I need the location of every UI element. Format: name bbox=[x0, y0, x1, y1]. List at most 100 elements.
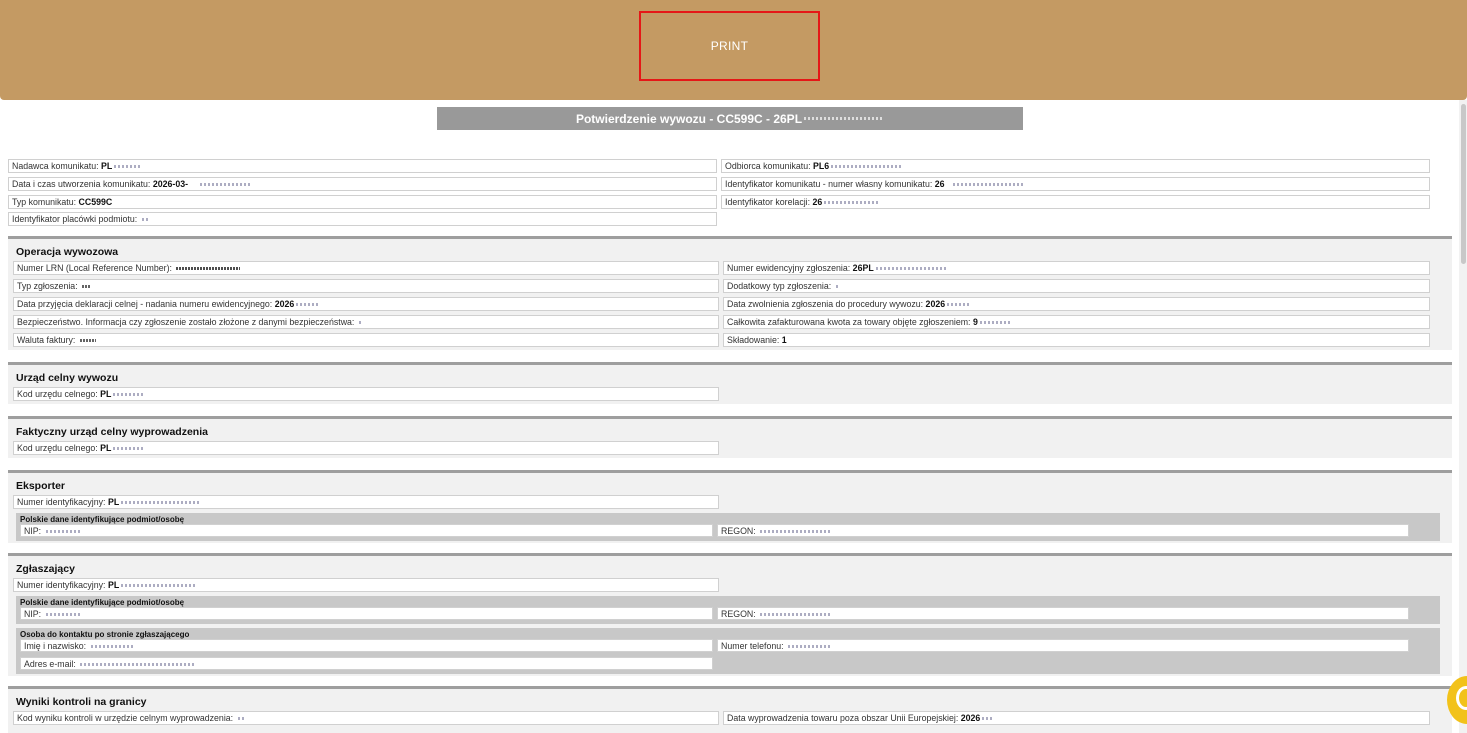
field-created: Data i czas utworzenia komunikatu: 2026-… bbox=[8, 177, 717, 191]
field-release-date: Data zwolnienia zgłoszenia do procedury … bbox=[723, 297, 1430, 311]
field-value: 26 bbox=[812, 197, 823, 207]
field-value: PL bbox=[100, 443, 112, 453]
field-value: 2026 bbox=[925, 299, 946, 309]
field-value: 2026 bbox=[274, 299, 295, 309]
field-label: Adres e-mail: bbox=[24, 659, 76, 669]
field-label: Składowanie: bbox=[727, 335, 780, 345]
redacted-value bbox=[141, 218, 150, 222]
field-label: REGON: bbox=[721, 609, 756, 619]
field-security: Bezpieczeństwo. Informacja czy zgłoszeni… bbox=[13, 315, 719, 329]
field-label: Numer ewidencyjny zgłoszenia: bbox=[727, 263, 851, 273]
field-message-id: Identyfikator komunikatu - numer własny … bbox=[721, 177, 1430, 191]
section-title: Zgłaszający bbox=[16, 563, 75, 575]
redacted-value bbox=[113, 447, 144, 451]
redacted-value bbox=[947, 303, 972, 307]
section-title: Faktyczny urząd celny wyprowadzenia bbox=[16, 426, 208, 438]
field-mrn: Numer ewidencyjny zgłoszenia: 26PL bbox=[723, 261, 1430, 275]
redacted-value bbox=[982, 717, 995, 721]
redacted-value bbox=[875, 267, 948, 271]
field-exporter-nip: NIP: bbox=[20, 524, 713, 537]
field-message-type: Typ komunikatu: CC599C bbox=[8, 195, 717, 209]
redacted-value bbox=[952, 183, 1023, 187]
section-title: Eksporter bbox=[16, 480, 66, 492]
redacted-value bbox=[45, 530, 82, 534]
field-storage: Składowanie: 1 bbox=[723, 333, 1430, 347]
field-contact-phone: Numer telefonu: bbox=[717, 639, 1409, 652]
field-declarant-nip: NIP: bbox=[20, 607, 713, 620]
field-value: 2026 bbox=[960, 713, 981, 723]
field-invoice-currency: Waluta faktury: bbox=[13, 333, 719, 347]
redacted-value bbox=[176, 267, 241, 271]
field-label: Kod wyniku kontroli w urzędzie celnym wy… bbox=[17, 713, 234, 723]
redacted-value bbox=[200, 183, 251, 187]
field-exporter-regon: REGON: bbox=[717, 524, 1409, 537]
field-label: Bezpieczeństwo. Informacja czy zgłoszeni… bbox=[17, 317, 355, 327]
field-label: Data przyjęcia deklaracji celnej - nadan… bbox=[17, 299, 273, 309]
field-additional-declaration-type: Dodatkowy typ zgłoszenia: bbox=[723, 279, 1430, 293]
redacted-value bbox=[804, 117, 885, 120]
redacted-value bbox=[760, 613, 831, 617]
field-label: Numer identyfikacyjny: bbox=[17, 580, 106, 590]
field-label: Numer LRN (Local Reference Number): bbox=[17, 263, 172, 273]
field-recipient: Odbiorca komunikatu: PL6 bbox=[721, 159, 1430, 173]
subsection-title: Polskie dane identyfikujące podmiot/osob… bbox=[20, 598, 185, 607]
field-label: Imię i nazwisko: bbox=[24, 641, 87, 651]
redacted-value bbox=[113, 393, 144, 397]
field-declaration-type: Typ zgłoszenia: bbox=[13, 279, 719, 293]
section-title: Wyniki kontroli na granicy bbox=[16, 696, 147, 708]
field-value: 9 bbox=[972, 317, 978, 327]
field-label: Data wyprowadzenia towaru poza obszar Un… bbox=[727, 713, 959, 723]
redacted-value bbox=[358, 321, 363, 325]
section-title: Urząd celny wywozu bbox=[16, 372, 119, 384]
field-value: 26PL bbox=[852, 263, 874, 273]
field-label: Numer identyfikacyjny: bbox=[17, 497, 106, 507]
field-value: 1 bbox=[781, 335, 787, 345]
field-label: Odbiorca komunikatu: bbox=[725, 161, 811, 171]
field-label: NIP: bbox=[24, 609, 42, 619]
field-label: Identyfikator komunikatu - numer własny … bbox=[725, 179, 933, 189]
redacted-value bbox=[114, 165, 141, 169]
section-border-control: Wyniki kontroli na granicy bbox=[8, 686, 1452, 733]
field-label: Kod urzędu celnego: bbox=[17, 443, 98, 453]
field-customs-office-export-code: Kod urzędu celnego: PL bbox=[13, 387, 719, 401]
field-label: Dodatkowy typ zgłoszenia: bbox=[727, 281, 832, 291]
field-label: Typ komunikatu: bbox=[12, 197, 77, 207]
field-label: Data i czas utworzenia komunikatu: bbox=[12, 179, 151, 189]
field-correlation-id: Identyfikator korelacji: 26 bbox=[721, 195, 1430, 209]
scrollbar-thumb[interactable] bbox=[1461, 104, 1466, 264]
field-value: PL bbox=[101, 161, 113, 171]
section-title: Operacja wywozowa bbox=[16, 246, 119, 258]
field-exporter-id: Numer identyfikacyjny: PL bbox=[13, 495, 719, 509]
field-label: Waluta faktury: bbox=[17, 335, 76, 345]
field-label: Data zwolnienia zgłoszenia do procedury … bbox=[727, 299, 924, 309]
field-sender: Nadawca komunikatu: PL bbox=[8, 159, 717, 173]
field-contact-email: Adres e-mail: bbox=[20, 657, 713, 670]
field-value: 26 bbox=[934, 179, 945, 189]
field-label: Całkowita zafakturowana kwota za towary … bbox=[727, 317, 971, 327]
field-label: Numer telefonu: bbox=[721, 641, 784, 651]
field-contact-name: Imię i nazwisko: bbox=[20, 639, 713, 652]
redacted-value bbox=[788, 645, 833, 649]
field-control-result-code: Kod wyniku kontroli w urzędzie celnym wy… bbox=[13, 711, 719, 725]
field-label: Identyfikator korelacji: bbox=[725, 197, 811, 207]
redacted-value bbox=[824, 201, 881, 205]
redacted-value bbox=[121, 501, 200, 505]
subsection-title: Osoba do kontaktu po stronie zgłaszające… bbox=[20, 630, 190, 639]
redacted-value bbox=[831, 165, 902, 169]
redacted-value bbox=[45, 613, 82, 617]
redacted-value bbox=[979, 321, 1010, 325]
field-exit-date: Data wyprowadzenia towaru poza obszar Un… bbox=[723, 711, 1430, 725]
field-label: REGON: bbox=[721, 526, 756, 536]
redacted-value bbox=[82, 285, 91, 289]
field-declarant-id: Numer identyfikacyjny: PL bbox=[13, 578, 719, 592]
field-value: 2026-03- bbox=[152, 179, 189, 189]
redacted-value bbox=[90, 645, 135, 649]
redacted-value bbox=[296, 303, 319, 307]
field-total-invoiced-amount: Całkowita zafakturowana kwota za towary … bbox=[723, 315, 1430, 329]
redacted-value bbox=[80, 663, 195, 667]
field-value: PL6 bbox=[813, 161, 830, 171]
field-label: Kod urzędu celnego: bbox=[17, 389, 98, 399]
redacted-value bbox=[121, 584, 198, 588]
print-button[interactable]: PRINT bbox=[639, 11, 820, 81]
field-lrn: Numer LRN (Local Reference Number): bbox=[13, 261, 719, 275]
